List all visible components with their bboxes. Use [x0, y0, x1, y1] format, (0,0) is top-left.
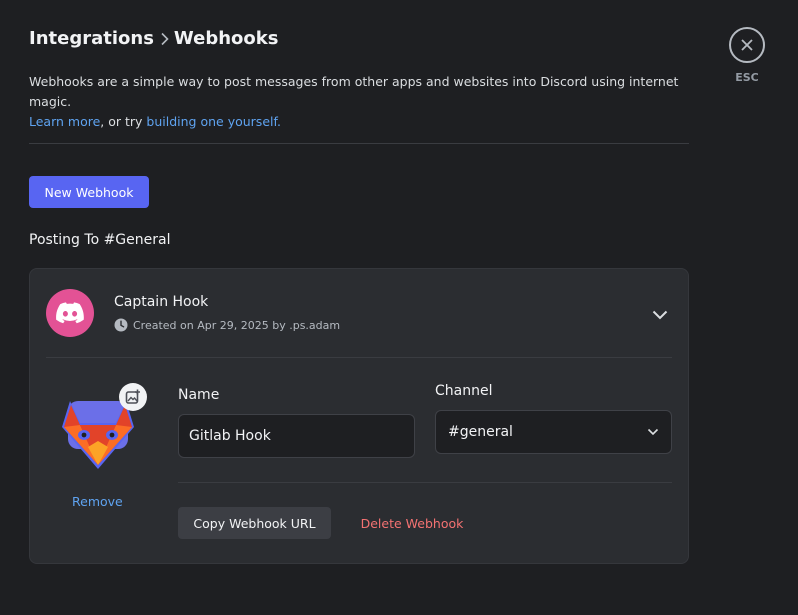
expand-chevron-icon[interactable]: [652, 305, 668, 324]
channel-value: #general: [448, 424, 513, 440]
copy-webhook-url-button[interactable]: Copy Webhook URL: [178, 507, 331, 539]
webhook-name-field[interactable]: [178, 414, 415, 458]
chevron-down-icon: [647, 428, 659, 436]
form-divider: [178, 482, 672, 483]
close-group: ESC: [728, 27, 766, 84]
name-label: Name: [178, 387, 220, 403]
close-button[interactable]: [729, 27, 765, 63]
breadcrumb-webhooks: Webhooks: [173, 28, 279, 49]
clock-icon: [114, 318, 128, 332]
channel-label: Channel: [435, 383, 493, 399]
channel-select[interactable]: #general: [435, 410, 672, 454]
webhook-name: Captain Hook: [114, 294, 209, 310]
new-webhook-button[interactable]: New Webhook: [29, 176, 149, 208]
discord-logo-icon: [56, 302, 84, 324]
build-yourself-link[interactable]: building one yourself.: [146, 114, 281, 129]
description: Webhooks are a simple way to post messag…: [29, 72, 709, 132]
breadcrumb: Integrations Webhooks: [29, 28, 278, 49]
description-text: Webhooks are a simple way to post messag…: [29, 74, 679, 109]
divider: [29, 143, 689, 144]
webhook-avatar: [46, 289, 94, 337]
posting-to-heading: Posting To #General: [29, 232, 171, 248]
learn-more-link[interactable]: Learn more: [29, 114, 100, 129]
webhook-card: Captain Hook Created on Apr 29, 2025 by …: [29, 268, 689, 564]
webhook-meta: Created on Apr 29, 2025 by .ps.adam: [114, 318, 340, 332]
remove-avatar-link[interactable]: Remove: [72, 494, 123, 509]
card-divider: [46, 357, 672, 358]
description-middle: , or try: [100, 114, 147, 129]
chevron-right-icon: [160, 32, 170, 46]
esc-label: ESC: [735, 71, 759, 84]
image-upload-icon[interactable]: [119, 383, 147, 411]
delete-webhook-button[interactable]: Delete Webhook: [348, 507, 476, 539]
breadcrumb-integrations[interactable]: Integrations: [29, 28, 154, 49]
created-text: Created on Apr 29, 2025 by .ps.adam: [133, 318, 341, 332]
close-icon: [741, 39, 753, 51]
